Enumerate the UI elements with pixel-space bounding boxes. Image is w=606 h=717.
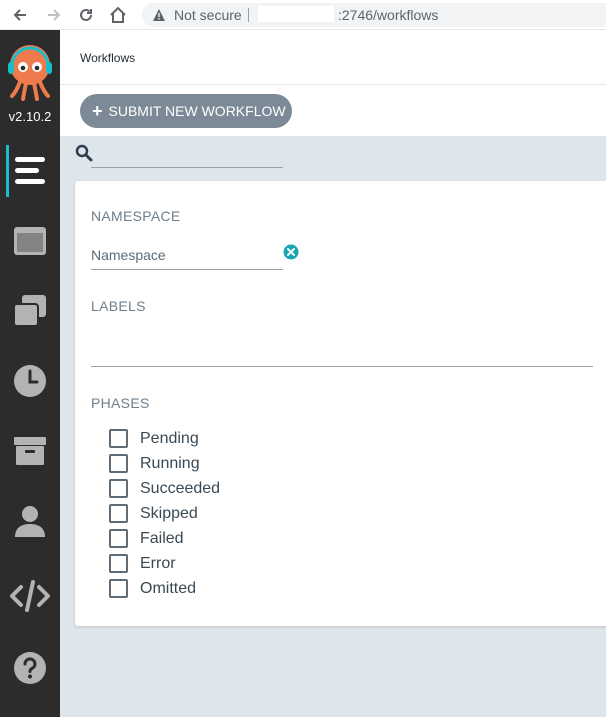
phase-option-failed[interactable]: Failed	[109, 526, 220, 551]
cluster-workflow-templates-icon	[13, 295, 46, 327]
phase-label: Pending	[140, 429, 199, 447]
sidebar-item-cron-workflows[interactable]	[0, 355, 60, 407]
phase-checkbox[interactable]	[109, 429, 128, 448]
phase-checkbox[interactable]	[109, 554, 128, 573]
phase-checkbox[interactable]	[109, 504, 128, 523]
phase-option-succeeded[interactable]: Succeeded	[109, 476, 220, 501]
code-icon	[10, 580, 50, 612]
submit-new-workflow-button[interactable]: + SUBMIT NEW WORKFLOW	[80, 94, 292, 128]
clock-icon	[14, 365, 46, 397]
workflows-icon	[15, 157, 45, 184]
home-icon	[110, 6, 126, 23]
argo-logo-icon	[8, 45, 52, 101]
sidebar-item-workflows[interactable]	[0, 145, 60, 197]
redacted-host	[258, 6, 334, 22]
back-arrow-icon	[13, 9, 26, 21]
phase-option-pending[interactable]: Pending	[109, 426, 220, 451]
workflow-templates-icon	[14, 227, 46, 255]
phase-checkbox[interactable]	[109, 529, 128, 548]
archive-icon	[14, 437, 46, 465]
sidebar: v2.10.2	[0, 30, 60, 717]
sidebar-item-help[interactable]	[0, 642, 60, 694]
home-button[interactable]	[108, 5, 128, 25]
phase-label: Skipped	[140, 504, 198, 522]
toolbar: + SUBMIT NEW WORKFLOW	[60, 85, 606, 136]
url-text: :2746/workflows	[338, 7, 439, 23]
sidebar-item-user[interactable]	[0, 495, 60, 547]
plus-icon: +	[92, 101, 103, 121]
phase-option-error[interactable]: Error	[109, 551, 220, 576]
phase-checkbox[interactable]	[109, 454, 128, 473]
sidebar-item-cluster-workflow-templates[interactable]	[0, 285, 60, 337]
phase-list: Pending Running Succeeded Skipped Failed…	[109, 426, 220, 601]
sidebar-item-api-docs[interactable]	[0, 570, 60, 622]
search-field[interactable]	[75, 142, 285, 168]
sidebar-item-archived-workflows[interactable]	[0, 425, 60, 477]
phases-title: PHASES	[91, 395, 150, 411]
labels-title: LABELS	[91, 298, 146, 314]
address-bar[interactable]: Not secure :2746/workflows	[142, 3, 606, 27]
phase-label: Failed	[140, 529, 184, 547]
warning-icon	[153, 9, 165, 21]
user-icon	[15, 506, 45, 537]
submit-button-label: SUBMIT NEW WORKFLOW	[108, 103, 286, 119]
main-content: NAMESPACE LABELS PHASES Pending Running …	[60, 136, 606, 717]
namespace-input[interactable]	[91, 241, 283, 270]
version-label: v2.10.2	[8, 109, 52, 124]
phase-option-skipped[interactable]: Skipped	[109, 501, 220, 526]
forward-arrow-icon	[48, 9, 61, 21]
search-icon	[75, 144, 93, 162]
filters-panel: NAMESPACE LABELS PHASES Pending Running …	[75, 181, 606, 626]
search-underline	[91, 167, 283, 168]
reload-button[interactable]	[76, 5, 96, 25]
browser-toolbar: Not secure :2746/workflows	[0, 0, 606, 30]
security-label: Not secure	[174, 7, 242, 23]
phase-label: Running	[140, 454, 200, 472]
phase-option-running[interactable]: Running	[109, 451, 220, 476]
phase-option-omitted[interactable]: Omitted	[109, 576, 220, 601]
phase-label: Error	[140, 554, 176, 572]
labels-input[interactable]	[91, 366, 593, 367]
phase-label: Omitted	[140, 579, 197, 597]
back-button[interactable]	[10, 5, 30, 25]
breadcrumb[interactable]: Workflows	[80, 51, 135, 65]
phase-checkbox[interactable]	[109, 579, 128, 598]
namespace-title: NAMESPACE	[91, 208, 181, 224]
address-divider	[248, 8, 249, 22]
help-icon	[14, 652, 46, 684]
sidebar-item-workflow-templates[interactable]	[0, 215, 60, 267]
clear-namespace-icon[interactable]	[283, 244, 299, 260]
phase-checkbox[interactable]	[109, 479, 128, 498]
forward-button[interactable]	[44, 5, 64, 25]
page-header: Workflows	[60, 30, 606, 85]
phase-label: Succeeded	[140, 479, 221, 497]
reload-icon	[80, 8, 92, 21]
